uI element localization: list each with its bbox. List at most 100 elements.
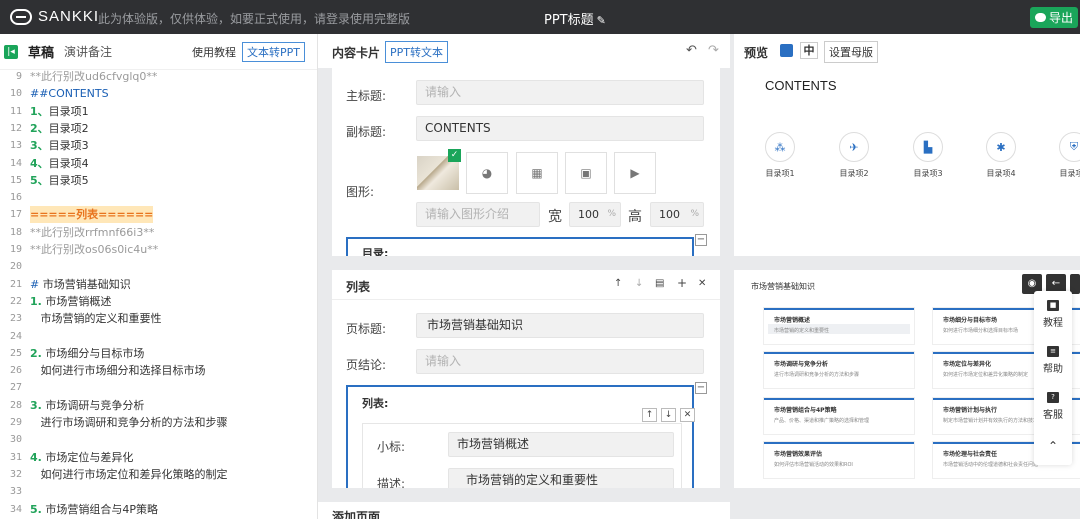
doc-title[interactable]: PPT标题 ✎: [544, 9, 606, 28]
tutorial-link[interactable]: 使用教程: [192, 44, 236, 60]
code-terminal-icon[interactable]: ▣: [565, 152, 607, 194]
video-icon[interactable]: ▶: [614, 152, 656, 194]
toc-icon: ▙: [913, 132, 943, 162]
tab-speaker-notes[interactable]: 演讲备注: [64, 43, 112, 60]
line-number: 16: [9, 192, 22, 204]
help-item[interactable]: ≡ 帮助: [1034, 346, 1072, 375]
editor-line[interactable]: 18 **此行别改rrfmnf66i3**: [0, 224, 317, 241]
collapse-toc-icon[interactable]: −: [695, 234, 707, 246]
collapse-panel-icon[interactable]: |◂: [4, 44, 18, 59]
subtitle-input[interactable]: CONTENTS: [416, 116, 704, 141]
editor-line[interactable]: 26 如何进行市场细分和选择目标市场: [0, 362, 317, 379]
cover-card: 主标题: 请输入 副标题: CONTENTS 图形: ✓ ◕ ▦ ▣ ▶ 请输入…: [332, 68, 720, 256]
item-delete-icon[interactable]: ✕: [680, 408, 695, 422]
editor-line[interactable]: 28 3. 市场调研与竞争分析: [0, 397, 317, 414]
editor-line[interactable]: 31 4. 市场定位与差异化: [0, 449, 317, 466]
line-prefix: 2、: [30, 121, 49, 135]
preview-slide-contents[interactable]: CONTENTS ⁂ 目录项1 ✈ 目录项2 ▙ 目录项3 ✱ 目录项4 ⛨ 目录项5: [734, 68, 1080, 256]
width-value: 100: [578, 208, 599, 221]
page-title-input[interactable]: 市场营销基础知识: [416, 313, 704, 338]
redo-icon[interactable]: ↷: [708, 43, 719, 58]
width-input[interactable]: 100%: [569, 202, 621, 227]
add-icon[interactable]: +: [677, 276, 687, 290]
toc-item-label: 目录项4: [986, 169, 1016, 178]
editor-line[interactable]: 20: [0, 258, 317, 275]
editor-line[interactable]: 19 **此行别改os06s0ic4u**: [0, 241, 317, 258]
pie-chart-icon[interactable]: ◕: [466, 152, 508, 194]
line-number: 9: [15, 71, 22, 82]
editor-line[interactable]: 24: [0, 328, 317, 345]
preview-slide-list[interactable]: 市场营销基础知识 市场营销概述 市场营销的定义和重要性 市场细分与目标市场 如何进行…: [734, 270, 1080, 488]
editor-line[interactable]: 16: [0, 189, 317, 206]
undo-icon[interactable]: ↶: [686, 43, 697, 58]
item-subtitle-input[interactable]: 市场营销概述: [448, 432, 674, 457]
editor-line[interactable]: 21 # 市场营销基础知识: [0, 276, 317, 293]
editor-line[interactable]: 27: [0, 379, 317, 396]
line-text: 如何进行市场细分和选择目标市场: [30, 364, 206, 378]
more-icon[interactable]: [1070, 274, 1080, 294]
line-prefix: 3.: [30, 398, 42, 412]
card-heading: 市场细分与目标市场: [943, 317, 998, 324]
height-percent: %: [690, 209, 699, 219]
editor-line[interactable]: 10 ##CONTENTS: [0, 85, 317, 102]
editor-line[interactable]: 13 3、目录项3: [0, 137, 317, 154]
height-input[interactable]: 100%: [650, 202, 704, 227]
theme-color-swatch[interactable]: [780, 44, 793, 57]
card-desc: 市场营销活动中的伦理道德和社会责任问题: [943, 462, 1039, 468]
logo[interactable]: SANKKI: [10, 8, 99, 25]
subtitle-label: 副标题:: [346, 125, 387, 139]
duplicate-icon[interactable]: ▤: [655, 278, 664, 289]
main-title-input[interactable]: 请输入: [416, 80, 704, 105]
editor-line[interactable]: 29 进行市场调研和竞争分析的方法和步骤: [0, 414, 317, 431]
editor-line[interactable]: 34 5. 市场营销组合与4P策略: [0, 501, 317, 518]
line-prefix: 2.: [30, 346, 42, 360]
editor-line[interactable]: 17 =====列表======: [0, 206, 317, 224]
tab-draft[interactable]: 草稿: [28, 42, 54, 61]
editor-line[interactable]: 25 2. 市场细分与目标市场: [0, 345, 317, 362]
help-label: 帮助: [1043, 364, 1063, 375]
collapse-list-icon[interactable]: −: [695, 382, 707, 394]
move-up-icon[interactable]: ↑: [614, 278, 622, 289]
page-conclusion-input[interactable]: 请输入: [416, 349, 704, 374]
line-number: 32: [9, 468, 22, 480]
page-conclusion-label: 页结论:: [346, 358, 387, 372]
line-text: 如何进行市场定位和差异化策略的制定: [30, 467, 228, 481]
item-up-icon[interactable]: ↑: [642, 408, 657, 422]
export-button[interactable]: 导出: [1030, 7, 1078, 28]
item-down-icon[interactable]: ↓: [661, 408, 676, 422]
editor-line[interactable]: 15 5、目录项5: [0, 172, 317, 189]
logo-text: SANKKI: [38, 8, 100, 25]
slide-list-card: 市场营销概述 市场营销的定义和重要性: [764, 308, 914, 344]
language-toggle[interactable]: 中: [800, 42, 818, 59]
card-desc: 如何评估市场营销活动的效果和ROI: [774, 462, 853, 468]
content-card-title: 内容卡片: [332, 46, 381, 60]
editor-line[interactable]: 30: [0, 431, 317, 448]
service-item[interactable]: ? 客服: [1034, 392, 1072, 421]
editor-line[interactable]: 11 1、目录项1: [0, 103, 317, 120]
ppt-to-text-button[interactable]: PPT转文本: [385, 41, 448, 63]
add-page-section[interactable]: 添加页面: [318, 502, 730, 519]
table-icon[interactable]: ▦: [516, 152, 558, 194]
list-item-box: 小标: 市场营销概述 描述: 市场营销的定义和重要性: [362, 423, 682, 488]
help-panel: ■ 教程 ≡ 帮助 ? 客服 ⌃: [1034, 291, 1072, 465]
item-desc-input[interactable]: 市场营销的定义和重要性: [448, 468, 674, 488]
slide-list-card: 市场调研与竞争分析 进行市场调研和竞争分析的方法和步骤: [764, 352, 914, 388]
editor-line[interactable]: 12 2、目录项2: [0, 120, 317, 137]
move-down-icon[interactable]: ↓: [635, 278, 643, 289]
editor-line[interactable]: 32 如何进行市场定位和差异化策略的制定: [0, 466, 317, 483]
editor-line[interactable]: 23 市场营销的定义和重要性: [0, 310, 317, 327]
slide-list-card: 市场营销效果评估 如何评估市场营销活动的效果和ROI: [764, 442, 914, 478]
set-master-button[interactable]: 设置母版: [824, 41, 878, 63]
line-text: # 市场营销基础知识: [30, 277, 131, 291]
pencil-icon[interactable]: ✎: [597, 14, 606, 27]
editor-line[interactable]: 14 4、目录项4: [0, 155, 317, 172]
editor-line[interactable]: 9 **此行别改ud6cfvglq0**: [0, 68, 317, 85]
editor-line[interactable]: 22 1. 市场营销概述: [0, 293, 317, 310]
editor-line[interactable]: 33: [0, 483, 317, 500]
text-to-ppt-button[interactable]: 文本转PPT: [242, 42, 305, 62]
close-icon[interactable]: ✕: [698, 278, 706, 289]
chevron-up-icon[interactable]: ⌃: [1034, 439, 1072, 453]
height-label: 高: [628, 209, 642, 225]
shape-intro-input[interactable]: 请输入图形介绍: [416, 202, 540, 227]
tutorial-item[interactable]: ■ 教程: [1034, 300, 1072, 329]
